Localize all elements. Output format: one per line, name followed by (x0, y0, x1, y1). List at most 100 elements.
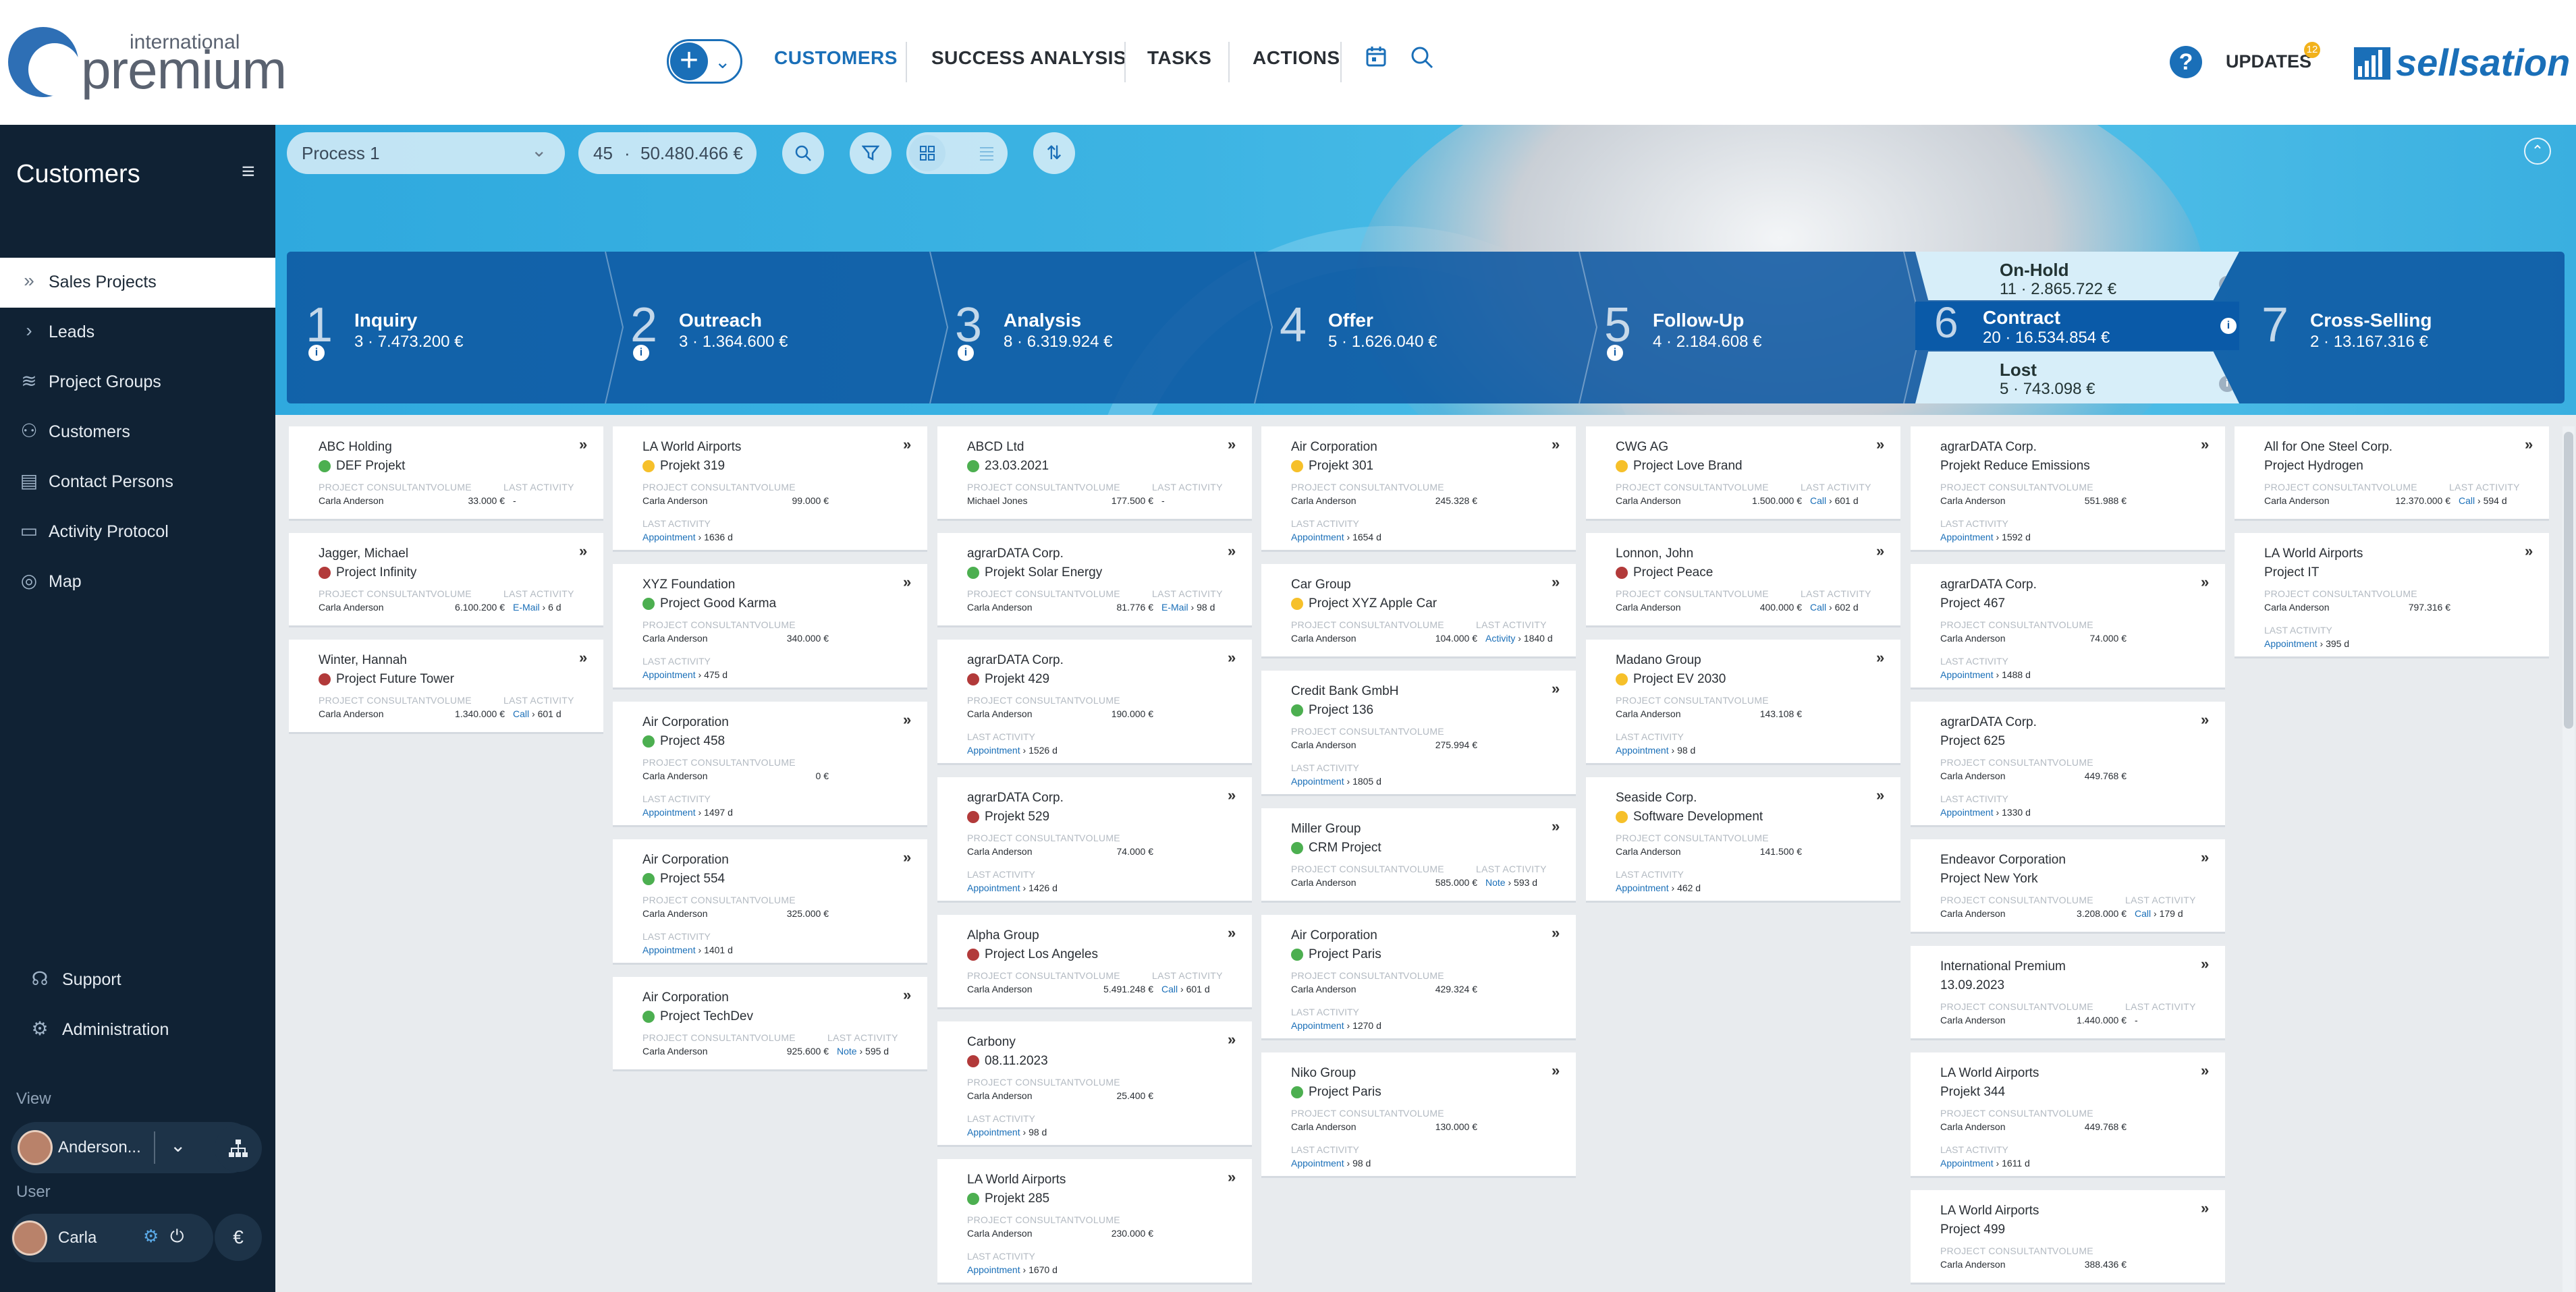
expand-card-icon[interactable]: » (903, 986, 911, 1004)
project-card[interactable]: Niko Group Project Paris » PROJECT CONSULTA… (1261, 1052, 1576, 1178)
project-card[interactable]: ABCD Ltd 23.03.2021 » PROJECT CONSULTANT VOL… (937, 426, 1252, 521)
project-card[interactable]: Miller Group CRM Project » PROJECT CONSULTA… (1261, 808, 1576, 903)
project-card[interactable]: Air Corporation Project Paris » PROJECT CON… (1261, 915, 1576, 1040)
stage-on-hold[interactable]: On-Hold 11 · 2.865.722 € i (1915, 252, 2239, 300)
expand-card-icon[interactable]: » (2201, 1062, 2209, 1079)
sidebar-item-leads[interactable]: › Leads (0, 308, 275, 358)
settings-icon[interactable]: ⚙ (143, 1226, 159, 1247)
expand-card-icon[interactable]: » (1552, 573, 1560, 591)
sidebar-item-activity-protocol[interactable]: ▭ Activity Protocol (0, 507, 275, 557)
card-last-activity[interactable]: - (2135, 1015, 2138, 1026)
card-last-activity[interactable]: Call › 179 d (2135, 908, 2183, 919)
card-last-activity[interactable]: E-Mail › 98 d (1161, 602, 1215, 613)
search-button[interactable] (782, 132, 824, 174)
sidebar-item-map[interactable]: ◎ Map (0, 557, 275, 607)
card-last-activity[interactable]: Note › 595 d (837, 1046, 889, 1057)
card-last-activity[interactable]: Appointment › 395 d (2264, 638, 2349, 649)
info-icon[interactable]: i (2220, 318, 2237, 334)
card-last-activity[interactable]: Appointment › 1497 d (642, 807, 733, 818)
project-card[interactable]: agrarDATA Corp. Projekt 429 » PROJECT CONSU… (937, 640, 1252, 765)
project-card[interactable]: Endeavor Corporation Project New York » PRO… (1911, 839, 2225, 934)
info-icon[interactable]: i (1607, 345, 1623, 361)
stage-outreach[interactable]: 2 Outreach 3 · 1.364.600 € i (611, 252, 949, 403)
expand-card-icon[interactable]: » (1228, 436, 1236, 453)
card-last-activity[interactable]: Call › 601 d (513, 708, 561, 719)
expand-card-icon[interactable]: » (1228, 787, 1236, 804)
help-icon[interactable]: ? (2170, 46, 2202, 78)
project-card[interactable]: International Premium 13.09.2023 » PROJECT … (1911, 946, 2225, 1040)
card-last-activity[interactable]: Appointment › 1592 d (1940, 532, 2031, 542)
card-last-activity[interactable]: Appointment › 1670 d (967, 1264, 1058, 1275)
scrollbar-thumb[interactable] (2564, 432, 2573, 729)
power-icon[interactable]: ⏻ (170, 1226, 184, 1247)
card-last-activity[interactable]: Appointment › 1401 d (642, 945, 733, 955)
expand-card-icon[interactable]: » (2201, 1200, 2209, 1217)
project-card[interactable]: LA World Airports Projekt 285 » PROJECT CON… (937, 1159, 1252, 1285)
expand-card-icon[interactable]: » (903, 573, 911, 591)
nav-success-analysis[interactable]: SUCCESS ANALYSIS (931, 47, 1126, 69)
project-card[interactable]: agrarDATA Corp. Projekt Solar Energy » PROJ… (937, 533, 1252, 627)
info-icon[interactable]: i (958, 345, 974, 361)
project-card[interactable]: Air Corporation Project 458 » PROJECT CONSU… (613, 702, 927, 827)
card-last-activity[interactable]: Call › 601 d (1810, 495, 1859, 506)
expand-card-icon[interactable]: » (1552, 680, 1560, 698)
hierarchy-icon[interactable] (215, 1125, 262, 1172)
project-card[interactable]: agrarDATA Corp. Project 625 » PROJECT CONSU… (1911, 702, 2225, 827)
collapse-banner-icon[interactable]: ⌃ (2524, 138, 2551, 165)
info-icon[interactable]: i (308, 345, 325, 361)
card-last-activity[interactable]: Appointment › 98 d (1291, 1158, 1371, 1169)
card-last-activity[interactable]: Appointment › 1611 d (1940, 1158, 2030, 1169)
expand-card-icon[interactable]: » (1876, 649, 1884, 667)
expand-card-icon[interactable]: » (903, 849, 911, 866)
project-card[interactable]: Seaside Corp. Software Development » PROJEC… (1586, 777, 1900, 903)
project-card[interactable]: LA World Airports Project IT » PROJECT CONS… (2235, 533, 2549, 658)
info-icon[interactable]: i (633, 345, 649, 361)
project-card[interactable]: LA World Airports Project 499 » PROJECT CON… (1911, 1190, 2225, 1285)
expand-card-icon[interactable]: » (2201, 573, 2209, 591)
project-card[interactable]: Jagger, Michael Project Infinity » PROJECT … (289, 533, 603, 627)
create-new-button[interactable]: + ⌄ (667, 39, 742, 84)
card-last-activity[interactable]: - (1161, 495, 1165, 506)
card-last-activity[interactable]: Activity › 1840 d (1485, 633, 1553, 644)
sidebar-item-sales-projects[interactable]: » Sales Projects (0, 258, 275, 308)
stage-lost[interactable]: Lost 5 · 743.098 € i (1915, 352, 2239, 403)
card-last-activity[interactable]: Note › 593 d (1485, 877, 1537, 888)
expand-card-icon[interactable]: » (2201, 436, 2209, 453)
card-last-activity[interactable]: Appointment › 475 d (642, 669, 728, 680)
card-last-activity[interactable]: Call › 601 d (1161, 984, 1210, 994)
grid-view-icon[interactable] (909, 135, 946, 171)
expand-card-icon[interactable]: » (2201, 849, 2209, 866)
expand-card-icon[interactable]: » (2201, 955, 2209, 973)
project-card[interactable]: agrarDATA Corp. Projekt 529 » PROJECT CONSU… (937, 777, 1252, 903)
card-last-activity[interactable]: Appointment › 462 d (1616, 882, 1701, 893)
stage-offer[interactable]: 4 Offer 5 · 1.626.040 € (1261, 252, 1598, 403)
expand-card-icon[interactable]: » (1228, 1031, 1236, 1048)
card-last-activity[interactable]: Appointment › 1805 d (1291, 776, 1381, 787)
card-last-activity[interactable]: Call › 594 d (2459, 495, 2507, 506)
stage-cross-selling[interactable]: 7 Cross-Selling 2 · 13.167.316 € (2243, 252, 2567, 403)
expand-card-icon[interactable]: » (1552, 1062, 1560, 1079)
expand-card-icon[interactable]: » (903, 436, 911, 453)
expand-card-icon[interactable]: » (1552, 924, 1560, 942)
expand-card-icon[interactable]: » (1228, 542, 1236, 560)
card-last-activity[interactable]: Appointment › 1270 d (1291, 1020, 1381, 1031)
stage-contract[interactable]: 6 Contract 20 · 16.534.854 € i (1915, 298, 2239, 350)
project-card[interactable]: All for One Steel Corp. Project Hydrogen »… (2235, 426, 2549, 521)
project-card[interactable]: Credit Bank GmbH Project 136 » PROJECT CONS… (1261, 671, 1576, 796)
expand-card-icon[interactable]: » (1228, 649, 1236, 667)
card-last-activity[interactable]: - (513, 495, 516, 506)
sidebar-item-project-groups[interactable]: ≋ Project Groups (0, 358, 275, 408)
project-card[interactable]: LA World Airports Projekt 344 » PROJECT CON… (1911, 1052, 2225, 1178)
hamburger-menu-icon[interactable]: ≡ (242, 159, 255, 185)
project-card[interactable]: Winter, Hannah Project Future Tower » PROJE… (289, 640, 603, 734)
project-card[interactable]: Air Corporation Project 554 » PROJECT CONSU… (613, 839, 927, 965)
expand-card-icon[interactable]: » (2201, 711, 2209, 729)
expand-card-icon[interactable]: » (579, 436, 587, 453)
card-last-activity[interactable]: Appointment › 1426 d (967, 882, 1058, 893)
project-card[interactable]: Air Corporation Projekt 301 » PROJECT CONSU… (1261, 426, 1576, 552)
sidebar-item-administration[interactable]: ⚙ Administration (0, 1005, 275, 1055)
card-last-activity[interactable]: E-Mail › 6 d (513, 602, 561, 613)
calendar-icon[interactable] (1366, 46, 1386, 73)
nav-tasks[interactable]: TASKS (1147, 47, 1211, 69)
expand-card-icon[interactable]: » (1552, 818, 1560, 835)
